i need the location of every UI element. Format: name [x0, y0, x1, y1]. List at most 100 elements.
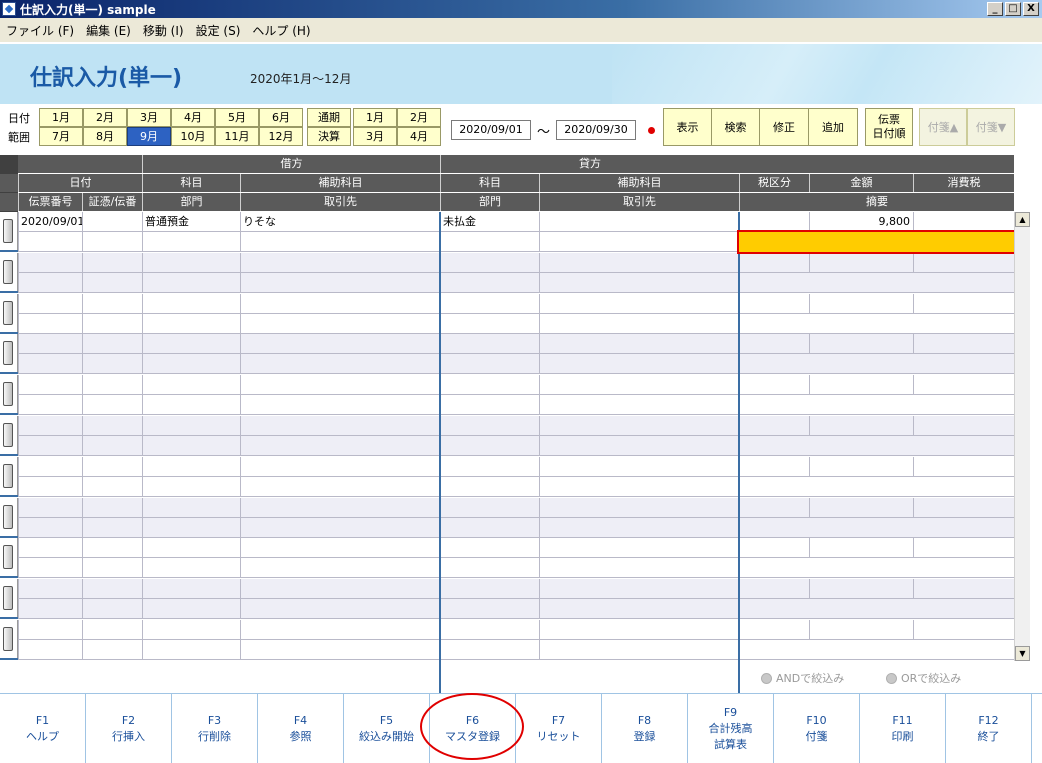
- grid-cell[interactable]: [18, 354, 82, 375]
- grid-cell[interactable]: [82, 272, 142, 293]
- grid-cell[interactable]: [539, 599, 739, 620]
- selected-summary-cell[interactable]: [737, 230, 1017, 254]
- grid-cell[interactable]: [240, 599, 440, 620]
- grid-cell[interactable]: [539, 476, 739, 497]
- grid-cell[interactable]: [739, 436, 1014, 456]
- grid-cell[interactable]: [18, 517, 82, 538]
- grid-cell[interactable]: [18, 497, 82, 518]
- grid-cell[interactable]: [739, 517, 1014, 538]
- grid-cell[interactable]: [240, 579, 440, 600]
- or-filter-radio[interactable]: ORで絞込み: [886, 670, 961, 686]
- grid-cell[interactable]: [809, 538, 913, 559]
- grid-cell[interactable]: [739, 354, 1014, 375]
- grid-cell[interactable]: [18, 334, 82, 355]
- grid-cell[interactable]: [809, 293, 913, 314]
- grid-cell[interactable]: [240, 313, 440, 334]
- grid-cell[interactable]: [82, 212, 142, 232]
- grid-cell[interactable]: [18, 232, 82, 252]
- grid-cell[interactable]: [142, 232, 240, 252]
- maximize-button[interactable]: □: [1005, 2, 1021, 16]
- modify-button[interactable]: 修正: [759, 108, 809, 146]
- grid-cell[interactable]: [913, 375, 1014, 396]
- row-handle[interactable]: [0, 212, 18, 250]
- grid-cell[interactable]: [18, 416, 82, 436]
- grid-cell[interactable]: 2020/09/01: [18, 212, 82, 232]
- grid-cell[interactable]: [440, 497, 539, 518]
- grid-cell[interactable]: [913, 293, 1014, 314]
- grid-cell[interactable]: [18, 313, 82, 334]
- menu-file[interactable]: ファイル (F): [6, 22, 74, 39]
- grid-cell[interactable]: [240, 558, 440, 579]
- search-button[interactable]: 検索: [711, 108, 760, 146]
- grid-cell[interactable]: [82, 436, 142, 456]
- grid-cell[interactable]: [809, 334, 913, 355]
- grid-cell[interactable]: [440, 272, 539, 293]
- grid-cell[interactable]: [240, 252, 440, 273]
- fkey-f1-button[interactable]: F1 ヘルプ: [0, 694, 86, 763]
- grid-cell[interactable]: [142, 313, 240, 334]
- grid-cell[interactable]: [539, 212, 739, 232]
- grid-cell[interactable]: [440, 599, 539, 620]
- fkey-f10-button[interactable]: F10 付箋: [774, 694, 860, 763]
- grid-cell[interactable]: [739, 272, 1014, 293]
- grid-cell[interactable]: [82, 599, 142, 620]
- grid-cell[interactable]: [739, 558, 1014, 579]
- grid-cell[interactable]: [739, 416, 809, 436]
- date-from-input[interactable]: 2020/09/01: [451, 120, 531, 140]
- display-button[interactable]: 表示: [663, 108, 712, 146]
- grid-cell[interactable]: [142, 293, 240, 314]
- grid-cell[interactable]: 未払金: [440, 212, 539, 232]
- closing-month-button-2[interactable]: 2月: [397, 108, 441, 127]
- grid-cell[interactable]: [18, 558, 82, 579]
- fkey-f5-button[interactable]: F5 絞込み開始: [344, 694, 430, 763]
- row-handle[interactable]: [0, 293, 18, 332]
- grid-cell[interactable]: [539, 334, 739, 355]
- grid-cell[interactable]: [240, 334, 440, 355]
- menu-help[interactable]: ヘルプ (H): [252, 22, 310, 39]
- row-handle[interactable]: [0, 416, 18, 454]
- grid-cell[interactable]: [739, 476, 1014, 497]
- grid-cell[interactable]: [913, 334, 1014, 355]
- grid-cell[interactable]: [82, 252, 142, 273]
- grid-cell[interactable]: [142, 558, 240, 579]
- grid-cell[interactable]: [82, 517, 142, 538]
- month-button-5[interactable]: 5月: [215, 108, 259, 127]
- grid-cell[interactable]: [82, 497, 142, 518]
- grid-cell[interactable]: [18, 620, 82, 640]
- grid-cell[interactable]: [739, 620, 809, 640]
- grid-cell[interactable]: [539, 354, 739, 375]
- grid-cell[interactable]: [142, 517, 240, 538]
- fkey-f7-button[interactable]: F7 リセット: [516, 694, 602, 763]
- grid-cell[interactable]: [142, 476, 240, 497]
- grid-cell[interactable]: [440, 416, 539, 436]
- month-button-3[interactable]: 3月: [127, 108, 171, 127]
- grid-cell[interactable]: [82, 476, 142, 497]
- row-handle[interactable]: [0, 579, 18, 618]
- grid-cell[interactable]: [809, 375, 913, 396]
- grid-cell[interactable]: [142, 416, 240, 436]
- grid-cell[interactable]: [440, 436, 539, 456]
- grid-cell[interactable]: [440, 395, 539, 416]
- grid-cell[interactable]: [142, 395, 240, 416]
- row-handle[interactable]: [0, 620, 18, 658]
- scroll-up-icon[interactable]: ▲: [1015, 212, 1030, 227]
- grid-cell[interactable]: [913, 497, 1014, 518]
- row-handle[interactable]: [0, 538, 18, 577]
- grid-cell[interactable]: [142, 497, 240, 518]
- grid-cell[interactable]: [240, 293, 440, 314]
- grid-cell[interactable]: [82, 416, 142, 436]
- grid-cell[interactable]: [240, 436, 440, 456]
- grid-cell[interactable]: [440, 252, 539, 273]
- grid-cell[interactable]: [82, 313, 142, 334]
- row-handle[interactable]: [0, 334, 18, 373]
- grid-cell[interactable]: 9,800: [809, 212, 913, 232]
- close-button[interactable]: X: [1023, 2, 1039, 16]
- grid-cell[interactable]: [18, 436, 82, 456]
- grid-cell[interactable]: [739, 375, 809, 396]
- grid-cell[interactable]: [142, 640, 240, 660]
- closing-month-button-4[interactable]: 4月: [397, 127, 441, 146]
- grid-cell[interactable]: [440, 313, 539, 334]
- grid-cell[interactable]: [913, 620, 1014, 640]
- grid-cell[interactable]: [82, 293, 142, 314]
- date-to-input[interactable]: 2020/09/30: [556, 120, 636, 140]
